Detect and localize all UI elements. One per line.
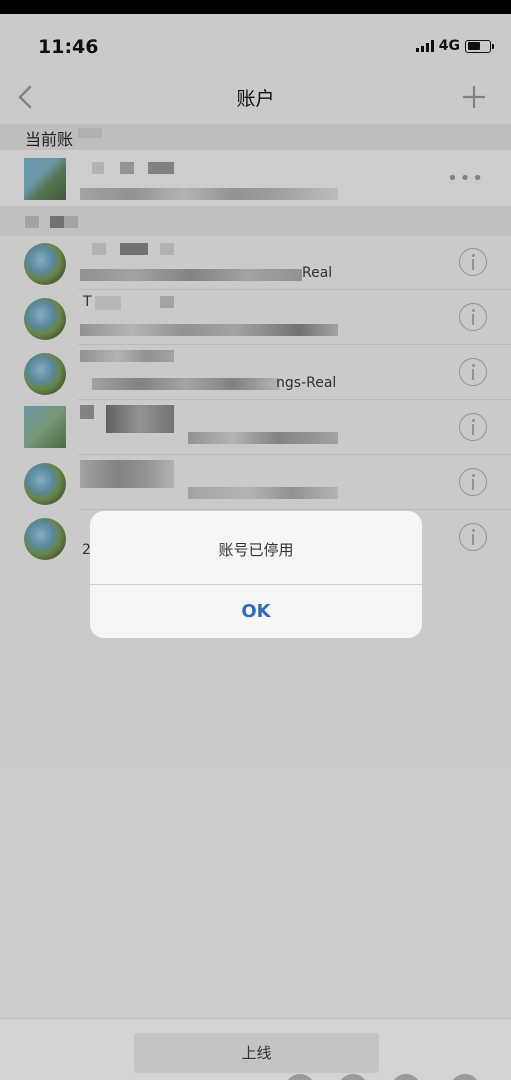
bottom-toolbar: 上线	[0, 1018, 511, 1080]
alert-dialog: 账号已停用 OK	[90, 511, 422, 638]
dialog-message: 账号已停用	[218, 541, 294, 559]
online-button[interactable]: 上线	[134, 1033, 379, 1073]
ok-button[interactable]: OK	[90, 585, 422, 638]
